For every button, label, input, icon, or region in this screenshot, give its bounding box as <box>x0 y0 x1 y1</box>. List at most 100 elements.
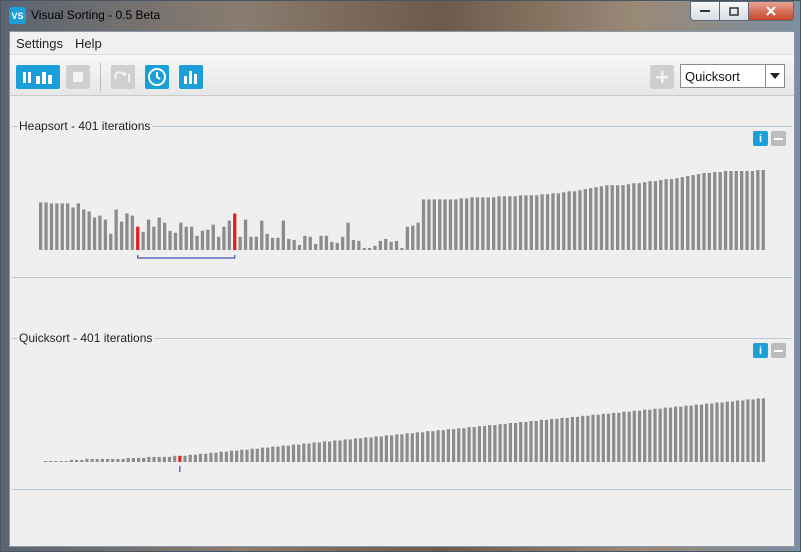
stop-button[interactable] <box>66 65 90 89</box>
bar-chart-icon <box>184 71 197 84</box>
bar <box>675 178 679 250</box>
bar <box>707 173 711 250</box>
bar <box>669 179 674 250</box>
bar <box>243 219 248 250</box>
add-algorithm-button[interactable] <box>650 65 674 89</box>
bar <box>227 220 231 250</box>
bar <box>605 185 609 250</box>
menu-settings[interactable]: Settings <box>10 36 69 51</box>
bar <box>497 196 501 250</box>
bar <box>632 410 636 462</box>
bar <box>761 398 765 462</box>
bar <box>163 222 167 250</box>
bar <box>87 211 91 250</box>
bar <box>141 231 145 250</box>
bar <box>457 428 461 462</box>
bar <box>281 220 285 250</box>
bar <box>44 202 48 250</box>
chevron-down-icon <box>770 73 780 79</box>
bar <box>679 406 683 462</box>
bar <box>351 239 356 250</box>
algorithm-select-value: Quicksort <box>685 69 740 84</box>
bar <box>514 423 518 462</box>
bar <box>266 447 270 462</box>
bar <box>260 220 264 250</box>
bar <box>591 414 595 462</box>
bar <box>265 233 269 250</box>
title-bar[interactable]: VS Visual Sorting - 0.5 Beta <box>1 1 800 31</box>
bar <box>152 226 156 250</box>
bar <box>335 242 339 250</box>
bar <box>705 403 709 462</box>
bar <box>454 199 458 250</box>
bar <box>503 424 507 462</box>
bar <box>384 435 388 462</box>
bar <box>330 241 334 250</box>
bar <box>562 192 566 250</box>
bar <box>674 406 678 462</box>
bar <box>322 441 327 462</box>
step-button[interactable] <box>111 65 135 89</box>
bar <box>448 199 453 250</box>
bar <box>696 174 701 250</box>
bar <box>534 421 538 462</box>
bar <box>224 451 228 462</box>
bar <box>373 245 377 250</box>
pause-bars-icon <box>23 72 52 84</box>
client-area: Settings Help Quicksort Heapsort - 401 i… <box>9 31 795 547</box>
bar <box>594 187 598 250</box>
maximize-button[interactable] <box>719 1 749 21</box>
bar <box>66 203 70 250</box>
bar <box>626 184 631 250</box>
bar <box>637 410 642 462</box>
bar <box>183 455 187 462</box>
maximize-icon <box>729 6 739 16</box>
bar <box>643 182 647 250</box>
bar <box>750 171 755 250</box>
bar <box>359 438 363 462</box>
bar <box>131 457 135 462</box>
app-window: VS Visual Sorting - 0.5 Beta Settings He… <box>0 0 801 552</box>
minimize-button[interactable] <box>690 1 720 21</box>
bar <box>529 195 533 250</box>
dropdown-button[interactable] <box>765 65 784 87</box>
bar <box>529 421 533 462</box>
clock-icon <box>148 68 166 86</box>
bar <box>441 430 445 462</box>
bar <box>82 209 86 250</box>
menu-help[interactable]: Help <box>69 36 108 51</box>
speed-button[interactable] <box>145 65 169 89</box>
bar <box>240 449 244 462</box>
bars-view-button[interactable] <box>179 65 203 89</box>
bar <box>535 195 539 250</box>
bar <box>421 199 426 250</box>
bar <box>612 412 616 462</box>
bar <box>684 405 688 462</box>
algorithm-select[interactable]: Quicksort <box>680 64 785 88</box>
bar <box>367 248 372 250</box>
bar <box>137 457 141 462</box>
bar <box>229 450 234 462</box>
bar <box>109 233 113 250</box>
bar <box>702 173 706 250</box>
bar <box>565 417 569 462</box>
bar <box>292 239 296 250</box>
bar <box>206 229 210 250</box>
bar <box>291 444 296 462</box>
bar <box>217 236 221 250</box>
bar <box>286 445 290 462</box>
bar <box>130 215 134 250</box>
pause-all-button[interactable] <box>16 65 60 89</box>
bar <box>235 450 239 462</box>
bar <box>680 177 684 250</box>
close-button[interactable] <box>748 1 794 21</box>
bar <box>653 408 657 462</box>
bar <box>556 193 560 250</box>
bar <box>443 199 447 250</box>
bar <box>324 235 329 250</box>
bar <box>513 196 517 250</box>
bar <box>438 199 442 250</box>
bar <box>142 457 146 462</box>
bar <box>410 433 414 462</box>
close-icon <box>766 6 776 16</box>
